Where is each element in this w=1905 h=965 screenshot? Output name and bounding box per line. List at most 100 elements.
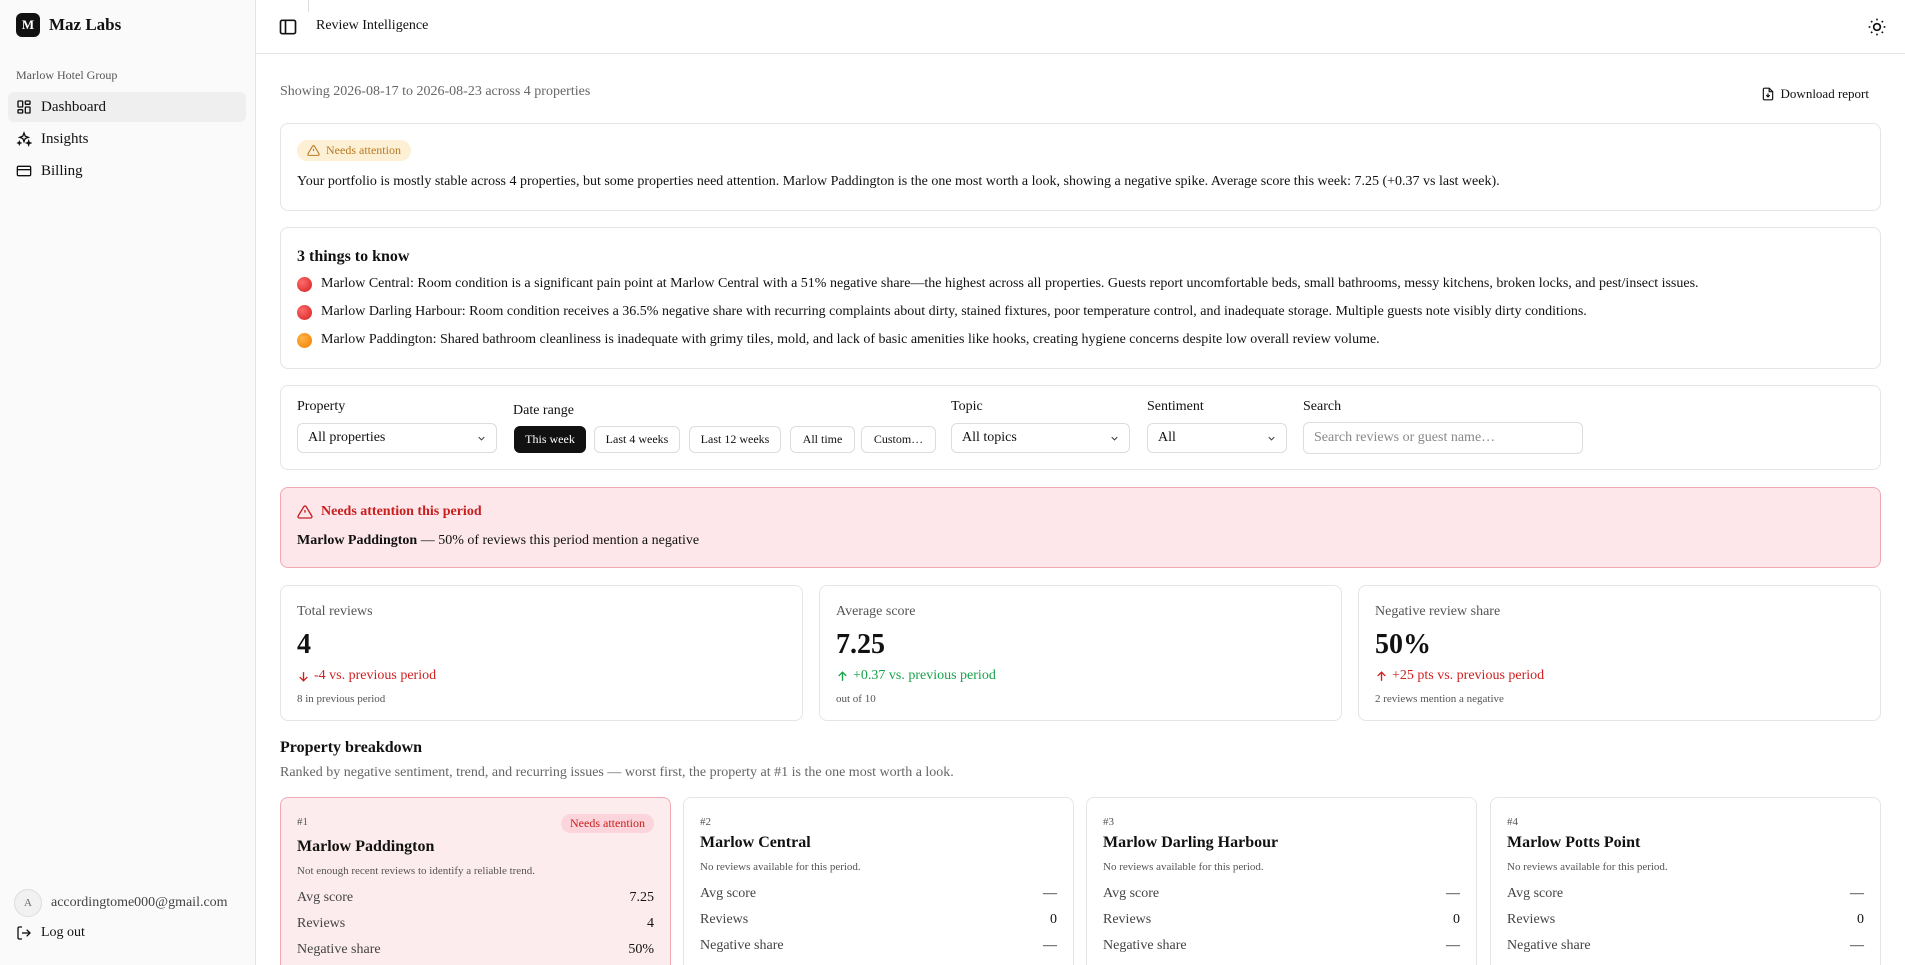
sidebar-item-label: Dashboard <box>41 98 106 115</box>
property-row-avg: Avg score — <box>1507 886 1864 902</box>
stat-delta: -4 vs. previous period <box>297 668 436 684</box>
sentiment-select[interactable]: All <box>1147 423 1287 453</box>
property-card-4[interactable]: #4 Marlow Potts Point No reviews availab… <box>1490 797 1881 965</box>
things-title: 3 things to know <box>297 248 410 265</box>
property-rank: #1 <box>297 816 308 828</box>
topic-select[interactable]: All topics <box>951 423 1130 453</box>
download-label: Download report <box>1780 86 1869 101</box>
stat-sub: out of 10 <box>836 693 876 705</box>
row-value: — <box>1043 938 1057 953</box>
warning-icon <box>297 505 313 519</box>
date-range-last-4-weeks[interactable]: Last 4 weeks <box>594 426 680 453</box>
property-card-3[interactable]: #3 Marlow Darling Harbour No reviews ava… <box>1086 797 1477 965</box>
property-name: Marlow Potts Point <box>1507 834 1641 851</box>
row-value: — <box>1850 938 1864 953</box>
stat-label: Negative review share <box>1375 604 1501 619</box>
page-title: Review Intelligence <box>316 18 429 33</box>
sun-icon[interactable] <box>1867 17 1887 37</box>
sidebar-toggle-icon[interactable] <box>278 17 298 37</box>
stat-delta: +0.37 vs. previous period <box>836 668 996 684</box>
stat-delta: +25 pts vs. previous period <box>1375 668 1544 684</box>
property-select[interactable]: All properties <box>297 423 497 453</box>
sidebar-item-insights[interactable]: Insights <box>8 124 246 154</box>
needs-attention-badge: Needs attention <box>297 140 411 161</box>
sidebar: M Maz Labs Marlow Hotel Group Dashboard … <box>0 0 256 965</box>
needs-attention-badge: Needs attention <box>561 814 654 833</box>
property-row-neg: Negative share — <box>1507 938 1864 954</box>
avatar: A <box>14 889 42 917</box>
property-row-reviews: Reviews 0 <box>1103 912 1460 928</box>
row-value: — <box>1043 886 1057 901</box>
credit-card-icon <box>16 165 32 177</box>
alert-title: Needs attention this period <box>297 504 482 520</box>
summary-text: Your portfolio is mostly stable across 4… <box>297 174 1500 189</box>
stat-sub: 2 reviews mention a negative <box>1375 693 1504 705</box>
user-email: accordingtome000@gmail.com <box>51 895 228 910</box>
row-value: 4 <box>647 916 654 931</box>
property-row-reviews: Reviews 4 <box>297 916 654 932</box>
property-note: No reviews available for this period. <box>700 861 861 873</box>
alert-title-text: Needs attention this period <box>321 504 482 519</box>
date-range-last-12-weeks[interactable]: Last 12 weeks <box>689 426 781 453</box>
sidebar-item-billing[interactable]: Billing <box>8 156 246 186</box>
breakdown-title: Property breakdown <box>280 739 423 756</box>
logout-label: Log out <box>41 925 85 940</box>
property-row-avg: Avg score 7.25 <box>297 890 654 906</box>
stat-card-average-score: Average score 7.25 +0.37 vs. previous pe… <box>819 585 1342 721</box>
date-range-all-time[interactable]: All time <box>790 426 855 453</box>
stat-label: Average score <box>836 604 916 619</box>
sidebar-nav: Dashboard Insights Billing <box>8 92 246 188</box>
stat-value: 50% <box>1375 629 1431 660</box>
date-range-this-week[interactable]: This week <box>514 426 586 453</box>
arrow-up-icon <box>1377 670 1386 681</box>
property-row-neg: Negative share 50% <box>297 942 654 958</box>
download-report-button[interactable]: Download report <box>1757 82 1873 106</box>
stat-delta-text: +0.37 vs. previous period <box>853 668 996 683</box>
property-rank: #2 <box>700 816 711 828</box>
badge-label: Needs attention <box>326 143 401 157</box>
logout-button[interactable]: Log out <box>16 925 85 941</box>
search-filter-label: Search <box>1303 399 1342 414</box>
stat-delta-text: +25 pts vs. previous period <box>1392 668 1545 683</box>
property-row-neg: Negative share — <box>1103 938 1460 954</box>
row-label: Negative share <box>1507 938 1591 953</box>
row-label: Avg score <box>1507 886 1564 901</box>
search-input[interactable] <box>1303 422 1583 454</box>
orange-circle-icon <box>297 332 312 348</box>
things-to-know-card: 3 things to know Marlow Central: Room co… <box>280 227 1881 369</box>
row-label: Avg score <box>700 886 757 901</box>
row-value: 0 <box>1050 912 1057 927</box>
property-rank: #3 <box>1103 816 1114 828</box>
property-name: Marlow Central <box>700 834 811 851</box>
sidebar-item-dashboard[interactable]: Dashboard <box>8 92 246 122</box>
row-label: Reviews <box>1507 912 1556 927</box>
property-row-avg: Avg score — <box>1103 886 1460 902</box>
property-card-2[interactable]: #2 Marlow Central No reviews available f… <box>683 797 1074 965</box>
chevron-down-icon <box>1268 436 1275 441</box>
stat-sub: 8 in previous period <box>297 693 386 705</box>
stat-card-negative-share: Negative review share 50% +25 pts vs. pr… <box>1358 585 1881 721</box>
stat-value: 7.25 <box>836 629 885 660</box>
date-range-custom[interactable]: Custom… <box>861 426 936 453</box>
property-name: Marlow Darling Harbour <box>1103 834 1279 851</box>
org-name: Marlow Hotel Group <box>16 68 118 82</box>
row-value: — <box>1446 886 1460 901</box>
warning-icon <box>307 145 320 156</box>
property-name: Marlow Paddington <box>297 838 435 855</box>
property-card-1[interactable]: #1 Needs attention Marlow Paddington Not… <box>280 797 671 965</box>
property-select-value: All properties <box>308 430 386 445</box>
property-note: No reviews available for this period. <box>1507 861 1668 873</box>
chevron-down-icon <box>1111 436 1118 441</box>
sparkles-icon <box>16 131 32 147</box>
property-row-neg: Negative share — <box>700 938 1057 954</box>
thing-item: Marlow Darling Harbour: Room condition r… <box>297 304 1587 320</box>
row-label: Reviews <box>700 912 749 927</box>
topic-filter-label: Topic <box>951 399 983 414</box>
stat-label: Total reviews <box>297 604 373 619</box>
sentiment-filter-label: Sentiment <box>1147 399 1204 414</box>
property-note: No reviews available for this period. <box>1103 861 1264 873</box>
user-menu[interactable]: A accordingtome000@gmail.com <box>14 889 244 917</box>
row-label: Avg score <box>1103 886 1160 901</box>
alert-message: — 50% of reviews this period mention a n… <box>417 533 700 548</box>
brand[interactable]: M Maz Labs <box>16 13 121 37</box>
